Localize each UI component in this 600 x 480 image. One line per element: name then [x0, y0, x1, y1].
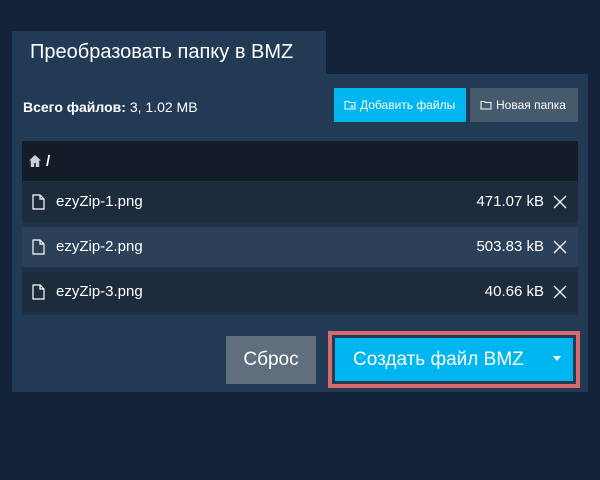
reset-button[interactable]: Сброс — [226, 336, 316, 384]
files-summary: Всего файлов: 3, 1.02 MB — [23, 98, 198, 116]
summary-label: Всего файлов: — [23, 99, 126, 115]
create-bmz-label: Создать файл BMZ — [353, 349, 524, 370]
file-icon — [32, 284, 45, 300]
file-name: ezyZip-1.png — [56, 193, 143, 210]
create-bmz-button[interactable]: Создать файл BMZ — [335, 338, 573, 381]
file-size: 503.83 kB — [476, 238, 544, 255]
breadcrumb[interactable]: / — [22, 141, 578, 181]
folder-icon — [480, 101, 492, 110]
new-folder-label: Новая папка — [496, 98, 566, 112]
file-row: ezyZip-1.png 471.07 kB — [22, 182, 578, 222]
file-size: 40.66 kB — [484, 283, 544, 300]
caret-down-icon[interactable] — [553, 356, 561, 361]
add-files-button[interactable]: Добавить файлы — [334, 88, 466, 122]
converter-panel: Всего файлов: 3, 1.02 MB Добавить файлы … — [12, 74, 588, 392]
new-folder-button[interactable]: Новая папка — [470, 88, 578, 122]
create-button-highlight: Создать файл BMZ — [328, 331, 580, 388]
close-icon[interactable] — [552, 239, 568, 255]
summary-value: 3, 1.02 MB — [125, 99, 198, 115]
home-icon[interactable] — [28, 154, 42, 168]
file-icon — [32, 239, 45, 255]
file-name: ezyZip-3.png — [56, 283, 143, 300]
file-row: ezyZip-2.png 503.83 kB — [22, 227, 578, 267]
close-icon[interactable] — [552, 284, 568, 300]
folder-add-icon — [344, 101, 356, 110]
tab-convert-folder[interactable]: Преобразовать папку в BMZ — [12, 31, 326, 74]
file-name: ezyZip-2.png — [56, 238, 143, 255]
file-list: / ezyZip-1.png 471.07 kB ezyZip-2.png 50… — [22, 141, 578, 315]
add-files-label: Добавить файлы — [360, 98, 456, 112]
breadcrumb-path[interactable]: / — [46, 153, 50, 170]
close-icon[interactable] — [552, 194, 568, 210]
file-icon — [32, 194, 45, 210]
file-row: ezyZip-3.png 40.66 kB — [22, 272, 578, 312]
file-size: 471.07 kB — [476, 193, 544, 210]
